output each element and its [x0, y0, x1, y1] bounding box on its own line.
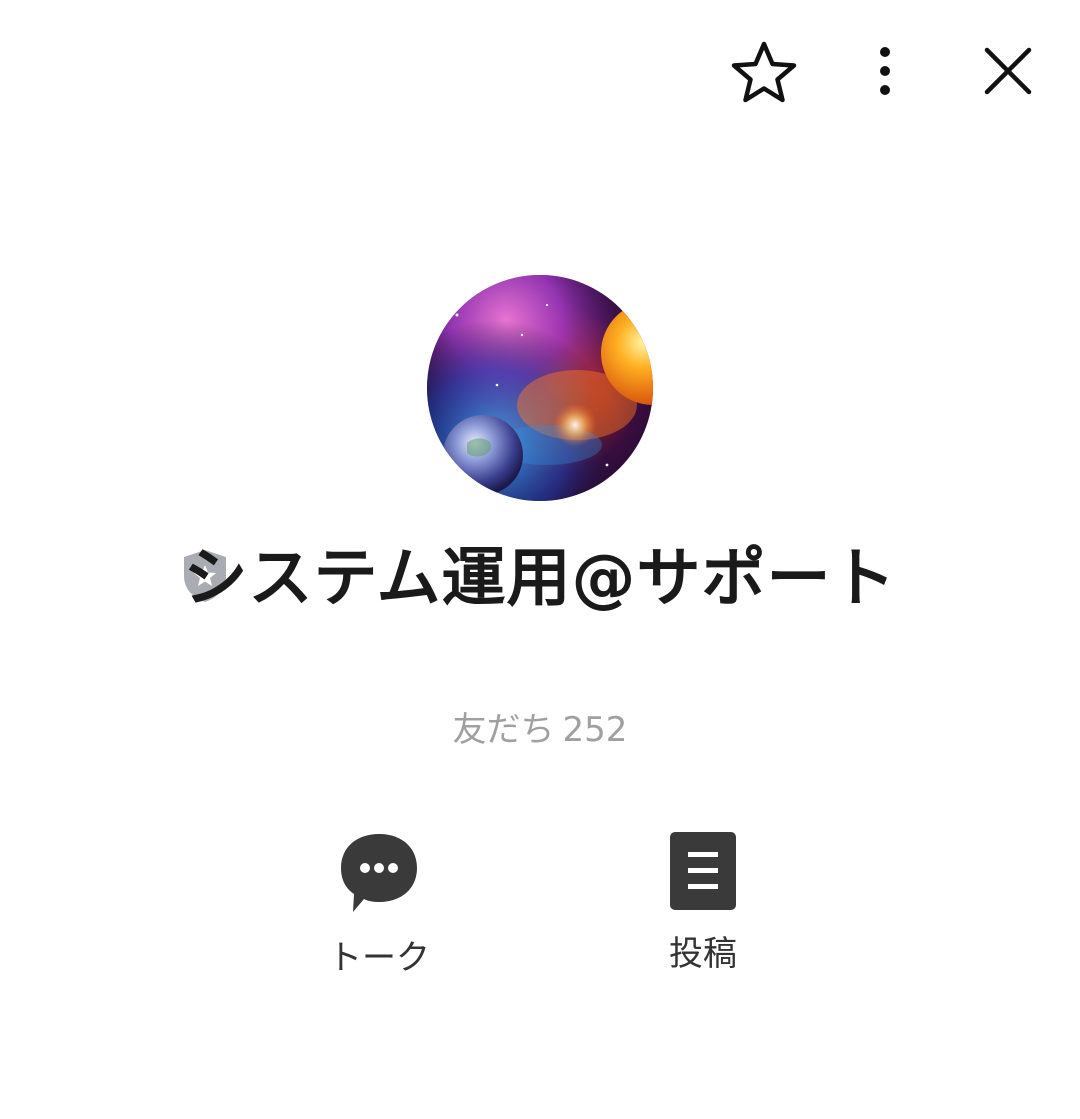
- profile-name: システム運用@サポート: [183, 542, 897, 616]
- close-button[interactable]: [975, 38, 1041, 110]
- post-label: 投稿: [669, 934, 737, 974]
- close-icon: [984, 47, 1032, 95]
- star-icon: [731, 41, 797, 103]
- profile-avatar[interactable]: [427, 275, 653, 501]
- more-options-button[interactable]: [860, 38, 910, 110]
- talk-button[interactable]: トーク: [279, 830, 479, 979]
- friends-count-line: 友だち 252: [0, 702, 1080, 751]
- avatar-image: [427, 275, 653, 501]
- friends-count: 252: [562, 710, 628, 750]
- post-document-icon: [670, 832, 736, 910]
- more-vertical-icon: [880, 47, 890, 95]
- favorite-star-button[interactable]: [728, 38, 800, 110]
- talk-label: トーク: [328, 938, 430, 978]
- friends-label: 友だち: [452, 710, 555, 750]
- post-button[interactable]: 投稿: [603, 830, 803, 975]
- chat-bubble-icon: [341, 834, 417, 912]
